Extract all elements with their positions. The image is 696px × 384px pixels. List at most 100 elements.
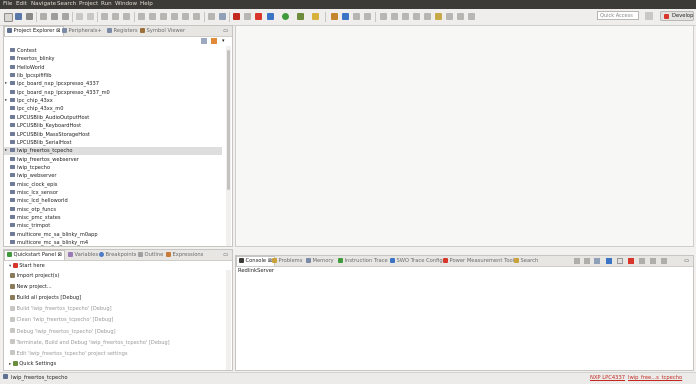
tab-expressions[interactable]: Expressions <box>166 251 203 260</box>
tab-symbol-viewer[interactable]: Symbol Viewer <box>140 27 185 36</box>
paste-icon[interactable] <box>62 13 69 20</box>
project-item[interactable]: misc_trimpot <box>4 222 222 230</box>
undo-icon[interactable] <box>76 13 83 20</box>
quickstart-action[interactable]: Clean 'lwip_freertos_tcpecho' [Debug] <box>10 315 113 325</box>
project-item[interactable]: LPCUSBlib_AudioOutputHost <box>4 114 222 122</box>
menu-help[interactable]: Help <box>140 1 153 7</box>
clean-icon[interactable] <box>112 13 119 20</box>
tab-registers[interactable]: Registers <box>107 27 138 36</box>
nxp-icon[interactable] <box>255 13 262 20</box>
tab-swo-trace-config[interactable]: SWO Trace Config <box>390 257 443 266</box>
tab-variables[interactable]: Variables <box>68 251 98 260</box>
build-config-icon[interactable] <box>123 13 130 20</box>
toolbar-extra-icon[interactable] <box>446 13 453 20</box>
toolbar-extra-icon-2[interactable] <box>457 13 464 20</box>
search-icon[interactable] <box>342 13 349 20</box>
copy-icon[interactable] <box>51 13 58 20</box>
console-clear-icon[interactable] <box>574 258 580 264</box>
tab-console[interactable]: Console ⊠ <box>236 256 276 266</box>
project-item[interactable]: HelloWorld <box>4 64 222 72</box>
quickstart-action[interactable]: Build 'lwip_freertos_tcpecho' [Debug] <box>10 304 112 314</box>
suspend-icon[interactable] <box>149 13 156 20</box>
whitespace-icon[interactable] <box>364 13 371 20</box>
debug-probe-icon[interactable] <box>233 13 240 20</box>
step-over-icon[interactable] <box>182 13 189 20</box>
project-item[interactable]: Contest <box>4 47 222 55</box>
toolbar-extra-icon-3[interactable] <box>468 13 475 20</box>
redo-icon[interactable] <box>87 13 94 20</box>
debug-icon[interactable] <box>267 13 274 20</box>
console-view-menu-icon[interactable] <box>661 258 667 264</box>
link-with-editor-icon[interactable] <box>211 38 217 44</box>
tab-quickstart[interactable]: Quickstart Panel ⊠ <box>4 250 65 260</box>
project-item[interactable]: misc_clock_epis <box>4 181 222 189</box>
project-item[interactable]: misc_lcd_helloworld <box>4 197 222 205</box>
save-icon[interactable] <box>15 13 22 20</box>
project-item[interactable]: lpc_board_nxp_lpcxpresso_4337_m0 <box>4 89 222 97</box>
prev-annotation-icon[interactable] <box>391 13 398 20</box>
project-item[interactable]: misc_otp_funcs <box>4 206 222 214</box>
new-icon[interactable] <box>4 13 13 22</box>
menu-window[interactable]: Window <box>115 1 137 7</box>
quickstart-action[interactable]: New project... <box>10 282 52 292</box>
menu-run[interactable]: Run <box>101 1 112 7</box>
open-console-icon[interactable] <box>617 258 623 264</box>
build-icon[interactable] <box>101 13 108 20</box>
quickstart-scrollbar[interactable] <box>226 270 231 370</box>
tab-memory[interactable]: Memory <box>306 257 334 266</box>
menu-project[interactable]: Project <box>79 1 98 7</box>
status-target-project[interactable]: lwip_free...s_tcpecho <box>628 373 682 383</box>
tab-breakpoints[interactable]: Breakpoints <box>99 251 136 260</box>
minimize-icon[interactable]: ▭ <box>223 28 228 34</box>
cut-icon[interactable] <box>40 13 47 20</box>
next-annotation-icon[interactable] <box>380 13 387 20</box>
menu-search[interactable]: Search <box>57 1 76 7</box>
step-into-icon[interactable] <box>171 13 178 20</box>
tab-outline[interactable]: Outline <box>138 251 163 260</box>
terminate-icon[interactable] <box>160 13 167 20</box>
quick-access-input[interactable]: Quick Access <box>597 11 639 20</box>
project-item[interactable]: lib_lpcspififlib <box>4 72 222 80</box>
maximize-icon[interactable]: ▭ <box>684 258 689 264</box>
external-tools-icon[interactable] <box>297 13 304 20</box>
quickstart-action[interactable]: Build all projects [Debug] <box>10 293 81 303</box>
quick-settings-section[interactable]: ▸ Quick Settings <box>9 359 56 369</box>
start-here-section[interactable]: ▾ Start here <box>9 261 45 271</box>
menu-file[interactable]: File <box>3 1 12 7</box>
tab-problems[interactable]: Problems <box>272 257 302 266</box>
tab-project-explorer[interactable]: Project Explorer ⊠ <box>4 26 64 36</box>
quickstart-action[interactable]: Edit 'lwip_freertos_tcpecho' project set… <box>10 349 128 359</box>
quickstart-action[interactable]: Terminate, Build and Debug 'lwip_freerto… <box>10 338 170 348</box>
collapse-all-icon[interactable] <box>201 38 207 44</box>
terminate-console-icon[interactable] <box>628 258 634 264</box>
mark-occurrences-icon[interactable] <box>353 13 360 20</box>
flash-icon[interactable] <box>244 13 251 20</box>
status-target-chip[interactable]: NXP LPC4337 <box>590 373 625 383</box>
tab-instruction-trace[interactable]: Instruction Trace <box>338 257 388 266</box>
project-item[interactable]: ▸ lpc_chip_43xx <box>4 97 222 105</box>
perspective-develop-button[interactable]: Develop <box>660 11 694 21</box>
project-item[interactable]: misc_lcx_sensor <box>4 189 222 197</box>
view-menu-icon[interactable]: ▾ <box>222 38 225 44</box>
show-registers-icon[interactable] <box>219 13 226 20</box>
expand-arrow-icon[interactable]: ▸ <box>5 97 7 105</box>
expand-arrow-icon[interactable]: ▸ <box>5 147 7 155</box>
scrollbar-thumb[interactable] <box>227 50 230 190</box>
tab-peripherals[interactable]: Peripherals+ <box>62 27 102 36</box>
new-class-icon[interactable] <box>312 13 319 20</box>
word-wrap-icon[interactable] <box>650 258 656 264</box>
run-icon[interactable] <box>282 13 289 20</box>
quickstart-action[interactable]: Import project(s) <box>10 271 59 281</box>
back-icon[interactable] <box>413 13 420 20</box>
last-edit-icon[interactable] <box>402 13 409 20</box>
quickstart-action[interactable]: Debug 'lwip_freertos_tcpecho' [Debug] <box>10 327 116 337</box>
pin-icon[interactable] <box>435 13 442 20</box>
display-console-icon[interactable] <box>606 258 612 264</box>
open-type-icon[interactable] <box>331 13 338 20</box>
project-item[interactable]: misc_pmc_states <box>4 214 222 222</box>
project-item[interactable]: freertos_blinky <box>4 55 222 63</box>
restart-icon[interactable] <box>208 13 215 20</box>
save-all-icon[interactable] <box>26 13 33 20</box>
project-item[interactable]: lwip_webserver <box>4 172 222 180</box>
open-perspective-icon[interactable] <box>645 12 653 20</box>
